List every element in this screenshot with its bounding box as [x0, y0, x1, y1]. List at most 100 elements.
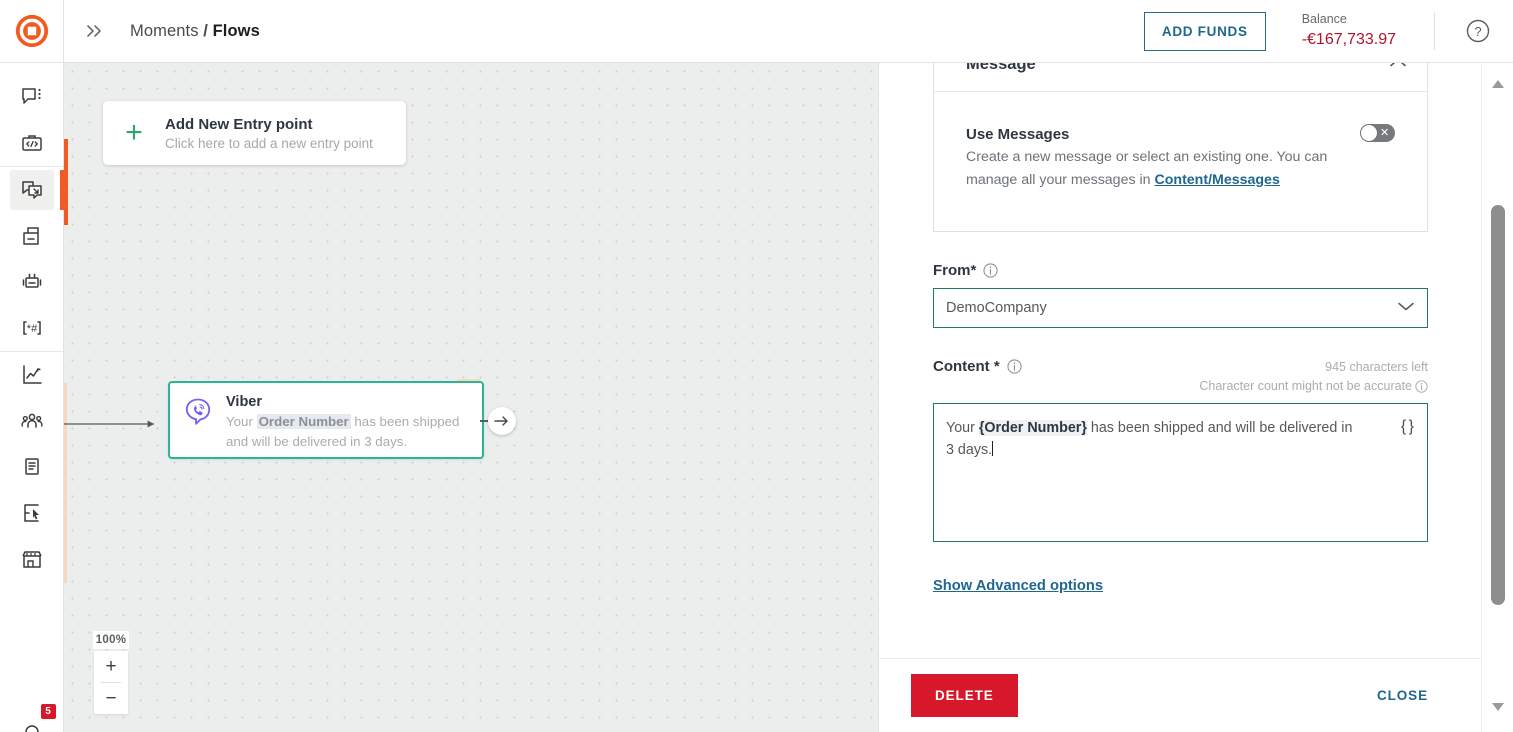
message-card-header[interactable]: Message — [934, 63, 1427, 92]
expand-sidebar-button[interactable] — [74, 11, 116, 51]
sidebar-item-notifications[interactable]: 5 — [10, 704, 56, 732]
triangle-up-icon — [1492, 80, 1504, 88]
sidebar-item-marketplace[interactable] — [10, 539, 54, 579]
svg-text:?: ? — [1474, 24, 1481, 39]
app-logo[interactable] — [0, 0, 64, 62]
zoom-in-button[interactable]: + — [94, 651, 128, 682]
sidebar-item-moments[interactable] — [9, 170, 64, 210]
canvas-left-accent — [64, 139, 68, 225]
content-text-placeholder: {Order Number} — [978, 420, 1087, 437]
message-card-title: Message — [966, 63, 1036, 73]
characters-left-label: 945 characters left — [1325, 360, 1428, 375]
info-circle-icon[interactable] — [983, 263, 998, 279]
close-x-icon: ✕ — [1380, 126, 1390, 139]
add-funds-button[interactable]: ADD FUNDS — [1143, 11, 1266, 51]
breadcrumb: Moments / Flows — [130, 22, 260, 41]
cursor-panel-icon — [23, 504, 39, 522]
balance-value: -€167,733.97 — [1301, 30, 1396, 48]
info-circle-icon[interactable] — [1007, 359, 1022, 375]
sidebar-item-content[interactable] — [10, 447, 54, 487]
zoom-controls: 100% + − — [93, 631, 129, 714]
notification-badge: 5 — [40, 704, 56, 719]
chat-bubble-menu-icon — [21, 88, 41, 104]
sidebar-item-analyze[interactable] — [10, 355, 54, 395]
delete-button[interactable]: DELETE — [911, 674, 1018, 717]
breadcrumb-current: Flows — [212, 21, 260, 40]
character-count-note-text: Character count might not be accurate — [1199, 379, 1412, 394]
chevron-down-icon — [1397, 300, 1415, 316]
add-new-entry-point-card[interactable]: + Add New Entry point Click here to add … — [103, 101, 406, 165]
sidebar-item-answers[interactable] — [10, 262, 54, 302]
sidebar-item-conversations[interactable] — [10, 77, 54, 117]
sidebar-item-people[interactable] — [10, 401, 54, 441]
insert-placeholder-button[interactable]: { } — [1401, 418, 1414, 436]
balance-block: Balance -€167,733.97 — [1302, 12, 1396, 50]
people-group-icon — [21, 413, 42, 428]
from-label-row: From* — [933, 262, 1428, 279]
from-section: From* DemoCompany — [879, 262, 1481, 329]
info-circle-icon[interactable] — [1415, 380, 1428, 393]
zoom-out-button[interactable]: − — [94, 683, 128, 714]
arrow-right-icon — [494, 416, 508, 426]
document-scroll-icon — [24, 458, 39, 475]
character-count-note: Character count might not be accurate — [1199, 379, 1428, 393]
question-circle-icon: ? — [1466, 19, 1490, 43]
zoom-level-label: 100% — [93, 631, 129, 649]
flows-overlapping-bubbles-icon — [21, 181, 42, 199]
top-bar-right: ADD FUNDS Balance -€167,733.97 ? — [1143, 0, 1513, 62]
content-messages-link[interactable]: Content/Messages — [1154, 172, 1279, 188]
content-section: Content * 945 characters left Character … — [879, 358, 1481, 543]
canvas-left-accent-secondary — [64, 383, 67, 583]
sidebar-item-exit-intent[interactable] — [10, 493, 54, 533]
robot-icon — [22, 273, 41, 288]
entry-card-text: Add New Entry point Click here to add a … — [165, 116, 373, 151]
star-hash-keypad-icon: *# — [22, 321, 41, 335]
flow-canvas[interactable]: + Add New Entry point Click here to add … — [64, 63, 878, 732]
close-button[interactable]: CLOSE — [1377, 688, 1428, 703]
viber-node-title: Viber — [226, 394, 263, 410]
panel-scroll-content: Message Use Messages Create a new messag… — [879, 63, 1481, 595]
top-bar: Moments / Flows ADD FUNDS Balance -€167,… — [0, 0, 1513, 63]
content-label: Content * — [933, 358, 1000, 376]
from-select[interactable]: DemoCompany — [933, 288, 1428, 329]
scroll-down-button[interactable] — [1489, 700, 1507, 714]
infobip-logo-icon — [15, 14, 48, 48]
show-advanced-options-link[interactable]: Show Advanced options — [933, 578, 1103, 594]
panel-footer: DELETE CLOSE — [879, 658, 1481, 732]
sidebar-item-numbers[interactable]: *# — [10, 308, 54, 348]
chevron-double-right-icon — [87, 25, 101, 37]
bell-icon — [24, 725, 39, 732]
sidebar-item-developer-tools[interactable] — [10, 123, 54, 163]
viber-node-body: Viber Your Order Number has been shipped… — [226, 394, 470, 449]
content-textarea[interactable]: Your {Order Number} has been shipped and… — [933, 403, 1428, 543]
use-messages-title: Use Messages — [966, 126, 1070, 143]
content-meta: 945 characters left Character count migh… — [1199, 358, 1428, 393]
chevron-up-icon[interactable] — [1389, 63, 1407, 74]
scrollbar-thumb[interactable] — [1491, 205, 1505, 605]
viber-node[interactable]: Viber Your Order Number has been shipped… — [168, 381, 484, 459]
help-button[interactable]: ? — [1465, 18, 1491, 44]
from-select-value: DemoCompany — [946, 300, 1047, 317]
node-desc-placeholder: Order Number — [256, 414, 351, 429]
use-messages-toggle[interactable]: ✕ — [1360, 124, 1395, 142]
content-textarea-text: Your {Order Number} has been shipped and… — [946, 418, 1415, 461]
viber-node-description: Your Order Number has been shipped and w… — [226, 412, 470, 451]
node-desc-prefix: Your — [226, 414, 257, 429]
toggle-knob — [1361, 125, 1377, 141]
content-label-row: Content * 945 characters left Character … — [933, 358, 1428, 393]
message-card-body: Use Messages Create a new message or sel… — [934, 92, 1427, 231]
scroll-up-button[interactable] — [1489, 77, 1507, 91]
node-output-arrow-button[interactable] — [488, 407, 516, 435]
breadcrumb-parent[interactable]: Moments — [130, 22, 199, 40]
entry-card-title: Add New Entry point — [165, 115, 313, 133]
sidebar-group-2: *# — [0, 166, 64, 351]
panel-scrollbar[interactable] — [1481, 63, 1513, 732]
left-sidebar-rail: *# 5 — [0, 63, 64, 732]
storefront-icon — [21, 551, 42, 568]
text-caret — [992, 440, 994, 456]
svg-text:*#: *# — [26, 323, 37, 335]
broadcast-printer-icon — [22, 227, 39, 245]
node-settings-panel: Message Use Messages Create a new messag… — [878, 63, 1481, 732]
sidebar-item-broadcast[interactable] — [10, 216, 54, 256]
balance-label: Balance — [1301, 12, 1347, 27]
